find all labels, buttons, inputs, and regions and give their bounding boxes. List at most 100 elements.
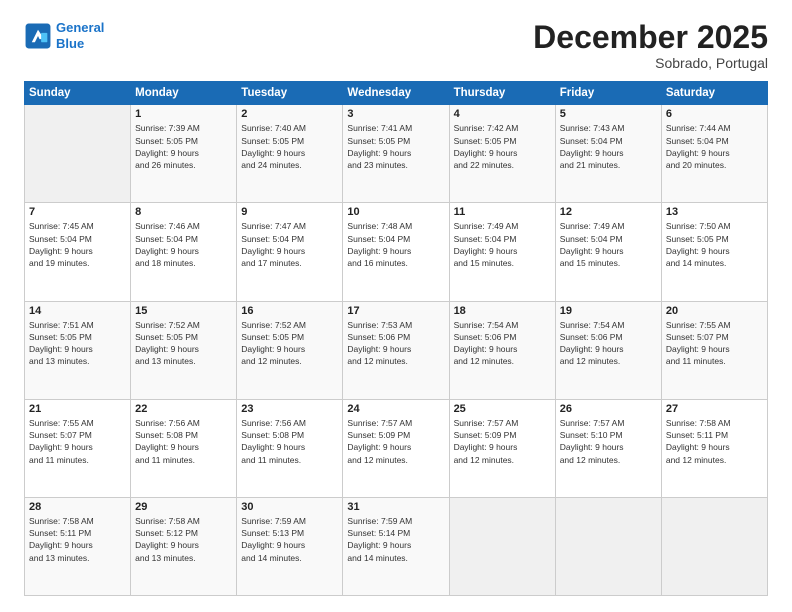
calendar-cell: 30 Sunrise: 7:59 AMSunset: 5:13 PMDayligh… — [237, 497, 343, 595]
col-thursday: Thursday — [449, 82, 555, 105]
calendar-cell: 9 Sunrise: 7:47 AMSunset: 5:04 PMDaylight… — [237, 203, 343, 301]
day-info: Sunrise: 7:55 AMSunset: 5:07 PMDaylight:… — [29, 417, 126, 466]
calendar-week-2: 7 Sunrise: 7:45 AMSunset: 5:04 PMDaylight… — [25, 203, 768, 301]
day-number: 25 — [454, 403, 551, 415]
calendar-cell: 13Sunrise: 7:50 AMSunset: 5:05 PMDayligh… — [661, 203, 767, 301]
day-number: 19 — [560, 305, 657, 317]
day-info: Sunrise: 7:59 AMSunset: 5:14 PMDaylight:… — [347, 515, 444, 564]
day-info: Sunrise: 7:58 AMSunset: 5:11 PMDaylight:… — [29, 515, 126, 564]
calendar-table: Sunday Monday Tuesday Wednesday Thursday… — [24, 81, 768, 596]
day-number: 9 — [241, 206, 338, 218]
day-info: Sunrise: 7:53 AMSunset: 5:06 PMDaylight:… — [347, 319, 444, 368]
col-monday: Monday — [131, 82, 237, 105]
title-block: December 2025 Sobrado, Portugal — [533, 20, 768, 71]
calendar-cell: 6 Sunrise: 7:44 AMSunset: 5:04 PMDaylight… — [661, 105, 767, 203]
day-info: Sunrise: 7:52 AMSunset: 5:05 PMDaylight:… — [135, 319, 232, 368]
day-info: Sunrise: 7:55 AMSunset: 5:07 PMDaylight:… — [666, 319, 763, 368]
calendar-cell: 2 Sunrise: 7:40 AMSunset: 5:05 PMDaylight… — [237, 105, 343, 203]
day-info: Sunrise: 7:49 AMSunset: 5:04 PMDaylight:… — [560, 220, 657, 269]
calendar-cell: 14 Sunrise: 7:51 AMSunset: 5:05 PMDayligh… — [25, 301, 131, 399]
day-info: Sunrise: 7:44 AMSunset: 5:04 PMDaylight:… — [666, 122, 763, 171]
day-number: 14 — [29, 305, 126, 317]
day-info: Sunrise: 7:49 AMSunset: 5:04 PMDaylight:… — [454, 220, 551, 269]
day-number: 17 — [347, 305, 444, 317]
col-saturday: Saturday — [661, 82, 767, 105]
logo-line2: Blue — [56, 36, 84, 51]
day-info: Sunrise: 7:47 AMSunset: 5:04 PMDaylight:… — [241, 220, 338, 269]
day-info: Sunrise: 7:54 AMSunset: 5:06 PMDaylight:… — [454, 319, 551, 368]
calendar-cell: 21Sunrise: 7:55 AMSunset: 5:07 PMDayligh… — [25, 399, 131, 497]
day-number: 4 — [454, 108, 551, 120]
calendar-header: Sunday Monday Tuesday Wednesday Thursday… — [25, 82, 768, 105]
day-number: 22 — [135, 403, 232, 415]
day-info: Sunrise: 7:57 AMSunset: 5:09 PMDaylight:… — [454, 417, 551, 466]
day-number: 7 — [29, 206, 126, 218]
calendar-cell — [555, 497, 661, 595]
logo-text: General Blue — [56, 20, 104, 51]
calendar-cell: 29Sunrise: 7:58 AMSunset: 5:12 PMDayligh… — [131, 497, 237, 595]
day-info: Sunrise: 7:48 AMSunset: 5:04 PMDaylight:… — [347, 220, 444, 269]
day-info: Sunrise: 7:56 AMSunset: 5:08 PMDaylight:… — [241, 417, 338, 466]
calendar-cell: 18 Sunrise: 7:54 AMSunset: 5:06 PMDayligh… — [449, 301, 555, 399]
day-info: Sunrise: 7:57 AMSunset: 5:10 PMDaylight:… — [560, 417, 657, 466]
col-sunday: Sunday — [25, 82, 131, 105]
calendar-cell: 10 Sunrise: 7:48 AMSunset: 5:04 PMDayligh… — [343, 203, 449, 301]
calendar-cell: 20 Sunrise: 7:55 AMSunset: 5:07 PMDayligh… — [661, 301, 767, 399]
col-friday: Friday — [555, 82, 661, 105]
calendar-cell: 28 Sunrise: 7:58 AMSunset: 5:11 PMDayligh… — [25, 497, 131, 595]
day-number: 3 — [347, 108, 444, 120]
day-number: 2 — [241, 108, 338, 120]
calendar-body: 1 Sunrise: 7:39 AMSunset: 5:05 PMDaylight… — [25, 105, 768, 596]
page: General Blue December 2025 Sobrado, Port… — [0, 0, 792, 612]
day-number: 23 — [241, 403, 338, 415]
day-info: Sunrise: 7:42 AMSunset: 5:05 PMDaylight:… — [454, 122, 551, 171]
day-info: Sunrise: 7:57 AMSunset: 5:09 PMDaylight:… — [347, 417, 444, 466]
header: General Blue December 2025 Sobrado, Port… — [24, 20, 768, 71]
calendar-cell: 25 Sunrise: 7:57 AMSunset: 5:09 PMDayligh… — [449, 399, 555, 497]
col-wednesday: Wednesday — [343, 82, 449, 105]
day-info: Sunrise: 7:39 AMSunset: 5:05 PMDaylight:… — [135, 122, 232, 171]
calendar-cell — [449, 497, 555, 595]
calendar-cell: 5Sunrise: 7:43 AMSunset: 5:04 PMDaylight… — [555, 105, 661, 203]
day-number: 8 — [135, 206, 232, 218]
day-info: Sunrise: 7:45 AMSunset: 5:04 PMDaylight:… — [29, 220, 126, 269]
day-info: Sunrise: 7:41 AMSunset: 5:05 PMDaylight:… — [347, 122, 444, 171]
calendar-cell — [661, 497, 767, 595]
day-info: Sunrise: 7:58 AMSunset: 5:12 PMDaylight:… — [135, 515, 232, 564]
day-info: Sunrise: 7:51 AMSunset: 5:05 PMDaylight:… — [29, 319, 126, 368]
weekday-row: Sunday Monday Tuesday Wednesday Thursday… — [25, 82, 768, 105]
day-number: 10 — [347, 206, 444, 218]
calendar-cell: 3 Sunrise: 7:41 AMSunset: 5:05 PMDaylight… — [343, 105, 449, 203]
day-number: 6 — [666, 108, 763, 120]
calendar-cell: 16Sunrise: 7:52 AMSunset: 5:05 PMDayligh… — [237, 301, 343, 399]
calendar-cell: 22 Sunrise: 7:56 AMSunset: 5:08 PMDayligh… — [131, 399, 237, 497]
calendar-cell: 17 Sunrise: 7:53 AMSunset: 5:06 PMDayligh… — [343, 301, 449, 399]
day-number: 11 — [454, 206, 551, 218]
day-number: 18 — [454, 305, 551, 317]
logo-icon — [24, 22, 52, 50]
day-number: 26 — [560, 403, 657, 415]
day-number: 28 — [29, 501, 126, 513]
calendar-cell: 7 Sunrise: 7:45 AMSunset: 5:04 PMDaylight… — [25, 203, 131, 301]
calendar-cell: 12 Sunrise: 7:49 AMSunset: 5:04 PMDayligh… — [555, 203, 661, 301]
calendar-week-4: 21Sunrise: 7:55 AMSunset: 5:07 PMDayligh… — [25, 399, 768, 497]
day-info: Sunrise: 7:54 AMSunset: 5:06 PMDaylight:… — [560, 319, 657, 368]
day-info: Sunrise: 7:50 AMSunset: 5:05 PMDaylight:… — [666, 220, 763, 269]
day-number: 20 — [666, 305, 763, 317]
day-info: Sunrise: 7:40 AMSunset: 5:05 PMDaylight:… — [241, 122, 338, 171]
calendar-cell — [25, 105, 131, 203]
calendar-week-3: 14 Sunrise: 7:51 AMSunset: 5:05 PMDayligh… — [25, 301, 768, 399]
logo: General Blue — [24, 20, 104, 51]
day-number: 27 — [666, 403, 763, 415]
day-number: 12 — [560, 206, 657, 218]
day-number: 1 — [135, 108, 232, 120]
day-info: Sunrise: 7:59 AMSunset: 5:13 PMDaylight:… — [241, 515, 338, 564]
month-title: December 2025 — [533, 20, 768, 55]
day-number: 30 — [241, 501, 338, 513]
day-number: 5 — [560, 108, 657, 120]
day-info: Sunrise: 7:46 AMSunset: 5:04 PMDaylight:… — [135, 220, 232, 269]
calendar-cell: 11 Sunrise: 7:49 AMSunset: 5:04 PMDayligh… — [449, 203, 555, 301]
day-info: Sunrise: 7:56 AMSunset: 5:08 PMDaylight:… — [135, 417, 232, 466]
col-tuesday: Tuesday — [237, 82, 343, 105]
day-info: Sunrise: 7:52 AMSunset: 5:05 PMDaylight:… — [241, 319, 338, 368]
